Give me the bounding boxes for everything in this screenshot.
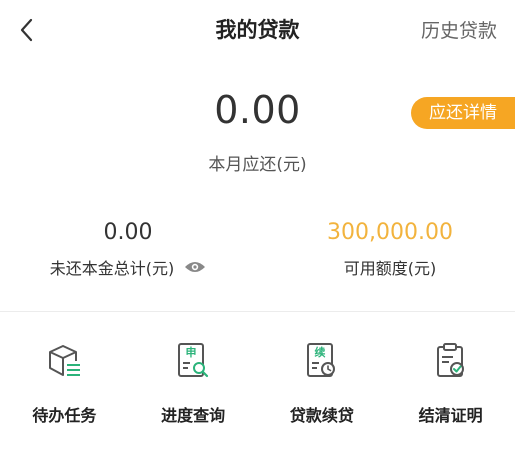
application-search-icon: 申 [178,343,209,378]
monthly-due-label: 本月应还(元) [208,155,307,175]
principal-stat: 0.00 未还本金总计(元) [8,220,248,279]
renewal-glyph: 续 [314,345,325,359]
credit-label-row: 可用额度(元) [270,255,510,279]
task-grid: 待办任务 申 进度查询 续 贷款续贷 结清证明 [0,340,515,426]
credit-value: 300,000.00 [327,220,453,245]
application-glyph: 申 [186,345,197,359]
eye-icon[interactable] [184,260,206,274]
task-progress[interactable]: 申 进度查询 [129,340,258,426]
repayment-detail-button[interactable]: 应还详情 [411,97,515,129]
principal-value: 0.00 [103,220,153,245]
principal-label-row: 未还本金总计(元) [8,255,248,279]
task-renewal[interactable]: 续 贷款续贷 [258,340,387,426]
header: 我的贷款 历史贷款 [0,0,515,60]
principal-label: 未还本金总计(元) [49,259,175,278]
task-label: 贷款续贷 [289,406,354,425]
history-loans-link[interactable]: 历史贷款 [421,16,497,43]
renewal-clock-icon: 续 [306,343,335,377]
divider [0,311,515,312]
clipboard-check-icon [436,343,464,377]
credit-stat: 300,000.00 可用额度(元) [270,220,510,279]
task-label: 进度查询 [161,406,226,425]
task-label: 结清证明 [418,406,483,425]
credit-label: 可用额度(元) [343,259,437,278]
task-settlement[interactable]: 结清证明 [386,340,515,426]
box-list-icon [49,345,81,376]
task-label: 待办任务 [32,406,97,425]
task-todo[interactable]: 待办任务 [0,340,129,426]
